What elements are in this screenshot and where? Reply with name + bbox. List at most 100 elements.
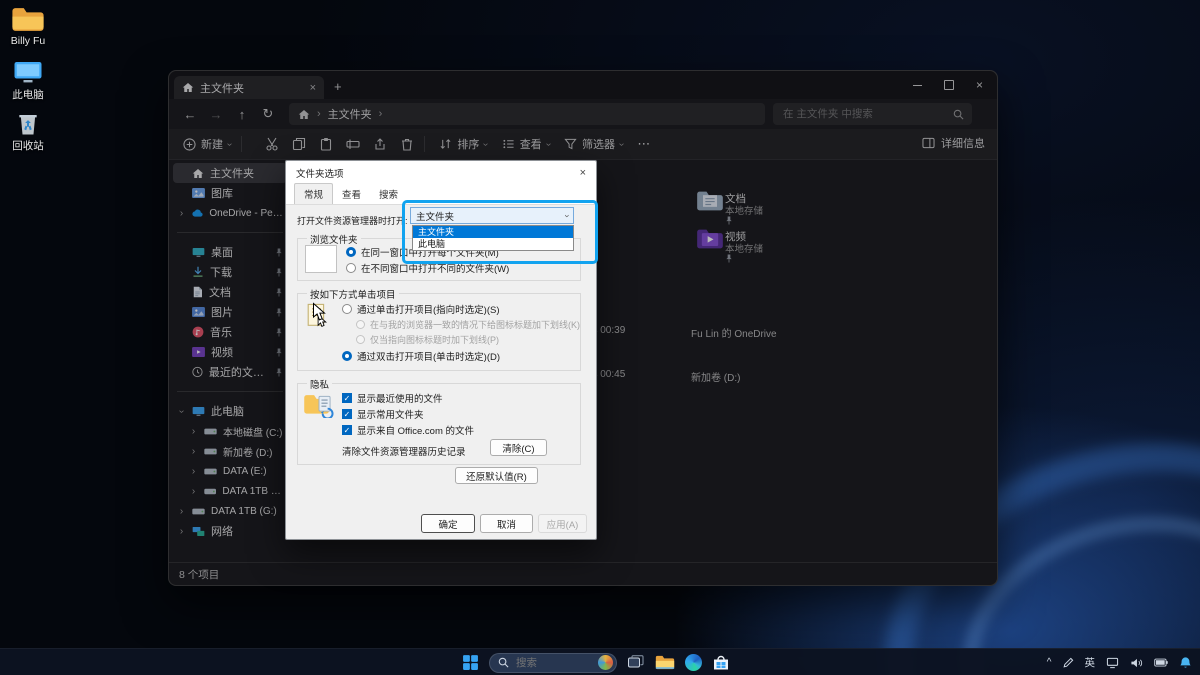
chevron-right-icon[interactable]: › — [177, 208, 186, 219]
chevron-down-icon[interactable]: › — [176, 407, 187, 416]
clear-button[interactable]: 清除(C) — [490, 439, 547, 456]
network-icon[interactable] — [1106, 657, 1119, 669]
new-button[interactable]: 新建 › — [183, 136, 231, 152]
dropdown-option-home[interactable]: 主文件夹 — [413, 226, 573, 238]
tray-overflow-chevron[interactable]: ^ — [1047, 657, 1052, 668]
rename-icon[interactable] — [346, 137, 360, 151]
tab-search[interactable]: 搜索 — [370, 184, 407, 204]
up-button[interactable]: ↑ — [229, 107, 255, 122]
chevron-right-icon[interactable]: › — [177, 526, 186, 537]
radio-open-diff-window[interactable]: 在不同窗口中打开不同的文件夹(W) — [346, 261, 509, 275]
chevron-right-icon[interactable]: › — [189, 486, 198, 497]
sidebar-item-drive-f[interactable]: › DATA 1TB (F:) — [173, 481, 287, 501]
sidebar-item-onedrive[interactable]: › OneDrive - Personal — [173, 203, 287, 223]
sidebar-item-drive-e[interactable]: › DATA (E:) — [173, 461, 287, 481]
sidebar-item-music[interactable]: 音乐 — [173, 322, 287, 342]
file-row-location[interactable]: Fu Lin 的 OneDrive — [691, 325, 777, 340]
cut-icon[interactable] — [265, 137, 279, 151]
notification-bell-icon[interactable] — [1179, 656, 1192, 670]
explorer-search-box[interactable] — [773, 103, 972, 125]
checkbox-show-frequent[interactable]: ✓ 显示常用文件夹 — [342, 407, 424, 421]
apply-button[interactable]: 应用(A) — [538, 514, 587, 533]
more-button[interactable]: ⋯ — [637, 136, 650, 152]
desktop-icon-billy-fu[interactable]: Billy Fu — [0, 6, 56, 47]
radio-double-click[interactable]: 通过双击打开项目(单击时选定)(D) — [342, 349, 500, 363]
file-explorer-icon[interactable] — [655, 654, 675, 671]
paste-icon[interactable] — [319, 137, 333, 151]
maximize-button[interactable] — [944, 80, 954, 90]
sidebar-item-network[interactable]: › 网络 — [173, 521, 287, 541]
sidebar-item-videos[interactable]: 视频 — [173, 342, 287, 362]
share-icon[interactable] — [373, 137, 387, 151]
sidebar-item-documents[interactable]: 文档 — [173, 282, 287, 302]
checkbox-icon: ✓ — [342, 393, 352, 403]
sidebar-item-pictures[interactable]: 图片 — [173, 302, 287, 322]
sidebar-item-this-pc[interactable]: › 此电脑 — [173, 401, 287, 421]
radio-underline-point[interactable]: 仅当指向图标标题时加下划线(P) — [356, 333, 499, 346]
breadcrumb-item[interactable]: 主文件夹 — [328, 106, 372, 122]
task-view-icon[interactable] — [627, 654, 645, 671]
copy-icon[interactable] — [292, 137, 306, 151]
taskbar-search-input[interactable] — [514, 656, 593, 670]
chevron-right-icon[interactable]: › — [177, 506, 186, 517]
sidebar-item-gallery[interactable]: 图库 — [173, 183, 287, 203]
desktop-icon-this-pc[interactable]: 此电脑 — [0, 60, 56, 102]
search-input[interactable] — [781, 107, 953, 121]
store-app-icon[interactable] — [712, 654, 730, 671]
file-row-location[interactable]: 新加卷 (D:) — [691, 369, 740, 384]
start-button-icon[interactable] — [462, 654, 479, 671]
ok-button[interactable]: 确定 — [421, 514, 475, 533]
pin-icon — [725, 253, 733, 264]
search-highlights-icon[interactable] — [598, 655, 613, 670]
battery-icon[interactable] — [1154, 658, 1168, 667]
open-to-combobox[interactable]: 主文件夹 › — [410, 207, 574, 224]
sidebar-item-recent-folders[interactable]: 最近的文件夹 — [173, 362, 287, 382]
details-pane-button[interactable]: 详细信息 — [922, 135, 985, 151]
edge-browser-icon[interactable] — [685, 654, 702, 671]
refresh-button[interactable]: ↻ — [255, 106, 281, 122]
checkbox-icon: ✓ — [342, 409, 352, 419]
delete-icon[interactable] — [400, 137, 414, 151]
sidebar-item-drive-c[interactable]: › 本地磁盘 (C:) — [173, 421, 287, 441]
radio-single-click[interactable]: 通过单击打开项目(指向时选定)(S) — [342, 302, 500, 316]
minimize-button[interactable] — [913, 85, 922, 86]
back-button[interactable]: ← — [177, 107, 203, 122]
sidebar-item-drive-d[interactable]: › 新加卷 (D:) — [173, 441, 287, 461]
window-close-button[interactable]: × — [976, 80, 983, 90]
explorer-tab-home[interactable]: 主文件夹 × — [174, 76, 324, 99]
dropdown-option-this-pc[interactable]: 此电脑 — [413, 238, 573, 250]
sidebar-item-desktop[interactable]: 桌面 — [173, 242, 287, 262]
breadcrumb[interactable]: › 主文件夹 › — [289, 103, 765, 125]
radio-icon — [346, 263, 356, 273]
pen-icon[interactable] — [1063, 657, 1074, 669]
dialog-close-icon[interactable]: × — [580, 167, 586, 179]
tab-view[interactable]: 查看 — [333, 184, 370, 204]
videos-folder-icon[interactable] — [696, 228, 724, 250]
sidebar-item-home[interactable]: 主文件夹 — [173, 163, 287, 183]
chevron-right-icon[interactable]: › — [189, 466, 198, 477]
privacy-icon — [303, 392, 335, 418]
sort-button[interactable]: 排序 › — [439, 136, 487, 152]
sidebar-item-downloads[interactable]: 下载 — [173, 262, 287, 282]
checkbox-show-office[interactable]: ✓ 显示来自 Office.com 的文件 — [342, 423, 474, 437]
desktop-icon-recycle-bin[interactable]: 回收站 — [0, 110, 56, 153]
volume-icon[interactable] — [1130, 657, 1143, 669]
tab-title: 主文件夹 — [200, 80, 244, 96]
documents-folder-icon[interactable] — [696, 190, 724, 212]
view-button[interactable]: 查看 › — [502, 136, 550, 152]
forward-button[interactable]: → — [203, 107, 229, 122]
chevron-right-icon[interactable]: › — [189, 446, 198, 457]
checkbox-show-recent[interactable]: ✓ 显示最近使用的文件 — [342, 391, 443, 405]
sidebar-item-drive-g[interactable]: › DATA 1TB (G:) — [173, 501, 287, 521]
new-tab-button[interactable]: + — [334, 79, 342, 94]
filter-button[interactable]: 筛选器 › — [564, 136, 623, 152]
chevron-right-icon[interactable]: › — [189, 426, 198, 437]
home-icon — [192, 168, 204, 179]
restore-defaults-button[interactable]: 还原默认值(R) — [455, 467, 538, 484]
tab-general[interactable]: 常规 — [294, 183, 333, 204]
radio-underline-browser[interactable]: 在与我的浏览器一致的情况下给图标标题加下划线(K) — [356, 318, 580, 331]
cancel-button[interactable]: 取消 — [480, 514, 533, 533]
ime-indicator[interactable]: 英 — [1085, 655, 1096, 670]
tab-close-icon[interactable]: × — [310, 82, 316, 94]
taskbar-search-box[interactable] — [489, 653, 617, 673]
